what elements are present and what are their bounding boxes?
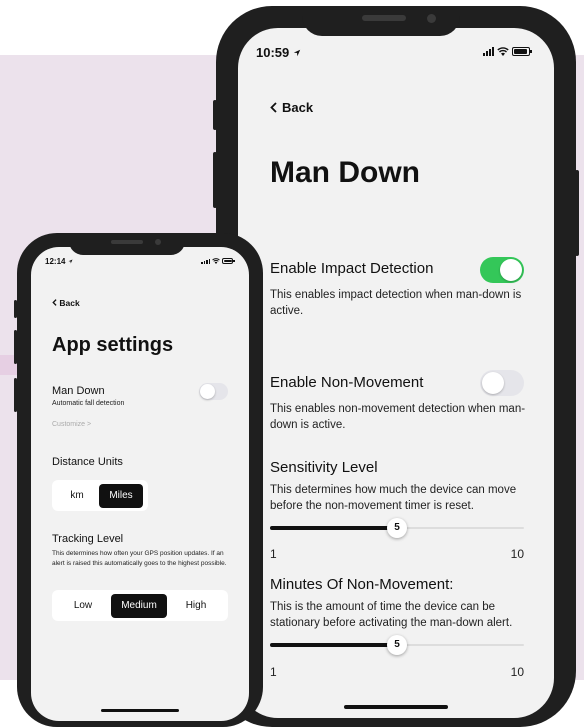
battery-icon <box>512 47 532 56</box>
back-button[interactable]: Back <box>52 298 80 308</box>
impact-detection-label: Enable Impact Detection <box>270 260 434 277</box>
sensitivity-min-label: 1 <box>270 547 277 561</box>
wifi-icon <box>497 47 509 56</box>
minutes-slider[interactable]: 5 <box>270 635 524 655</box>
sensitivity-max-label: 10 <box>510 547 524 561</box>
non-movement-description: This enables non-movement detection when… <box>270 403 526 431</box>
man-down-label: Man Down <box>52 385 105 397</box>
tracking-level-description: This determines how often your GPS posit… <box>52 550 227 567</box>
chevron-left-icon <box>52 299 57 306</box>
non-movement-label: Enable Non-Movement <box>270 374 424 391</box>
signal-icon <box>483 47 494 56</box>
minutes-max-label: 10 <box>510 665 524 679</box>
large-phone-screen: 10:59 Back Man Down Enable Impact Detect… <box>238 28 554 718</box>
tracking-level-label: Tracking Level <box>52 533 124 545</box>
status-bar-time: 10:59 <box>256 45 301 60</box>
notch <box>69 233 185 255</box>
minutes-non-movement-label: Minutes Of Non-Movement: <box>270 576 454 593</box>
battery-icon <box>222 258 235 264</box>
back-label: Back <box>59 298 80 308</box>
notch <box>302 6 460 36</box>
slider-thumb[interactable]: 5 <box>387 635 407 655</box>
page-title: App settings <box>52 334 174 356</box>
status-bar-icons <box>483 47 532 56</box>
slider-fill <box>270 643 397 647</box>
distance-option-miles[interactable]: Miles <box>99 483 143 508</box>
minutes-min-label: 1 <box>270 665 277 679</box>
man-down-sublabel: Automatic fall detection <box>52 400 125 407</box>
slider-fill <box>270 526 397 530</box>
signal-icon <box>201 258 210 264</box>
status-bar-icons <box>201 258 235 264</box>
back-button[interactable]: Back <box>270 100 313 115</box>
home-indicator[interactable] <box>101 709 179 712</box>
distance-units-label: Distance Units <box>52 456 123 468</box>
toggle-knob <box>500 259 522 281</box>
home-indicator[interactable] <box>344 705 448 709</box>
slider-thumb[interactable]: 5 <box>387 518 407 538</box>
toggle-knob <box>200 384 215 399</box>
tracking-option-high[interactable]: High <box>167 594 225 618</box>
large-phone: 10:59 Back Man Down Enable Impact Detect… <box>216 6 576 727</box>
tracking-option-low[interactable]: Low <box>55 594 111 618</box>
front-camera <box>427 14 436 23</box>
non-movement-toggle[interactable] <box>480 370 524 396</box>
front-camera <box>155 239 161 245</box>
toggle-knob <box>482 372 504 394</box>
location-arrow-icon <box>68 259 73 264</box>
sensitivity-slider[interactable]: 5 <box>270 518 524 538</box>
man-down-toggle[interactable] <box>199 383 228 400</box>
back-label: Back <box>282 100 314 115</box>
customize-link[interactable]: Customize > <box>52 421 91 428</box>
status-bar-time: 12:14 <box>45 257 73 266</box>
impact-detection-description: This enables impact detection when man-d… <box>270 289 522 317</box>
impact-detection-toggle[interactable] <box>480 257 524 283</box>
wifi-icon <box>212 258 220 264</box>
small-phone: 12:14 Back App settings Man Down Automat… <box>17 233 263 727</box>
tracking-level-selector[interactable]: Low Medium High <box>52 590 228 621</box>
chevron-left-icon <box>270 102 277 113</box>
distance-option-km[interactable]: km <box>55 484 99 508</box>
small-phone-screen: 12:14 Back App settings Man Down Automat… <box>31 247 249 721</box>
speaker-grille <box>362 15 406 21</box>
tracking-option-medium[interactable]: Medium <box>111 593 167 618</box>
location-arrow-icon <box>293 49 301 57</box>
distance-units-selector[interactable]: km Miles <box>52 480 148 511</box>
minutes-non-movement-description: This is the amount of time the device ca… <box>270 601 513 629</box>
sensitivity-level-description: This determines how much the device can … <box>270 484 517 512</box>
page-title: Man Down <box>270 156 420 189</box>
sensitivity-level-label: Sensitivity Level <box>270 459 378 476</box>
speaker-grille <box>111 240 143 244</box>
